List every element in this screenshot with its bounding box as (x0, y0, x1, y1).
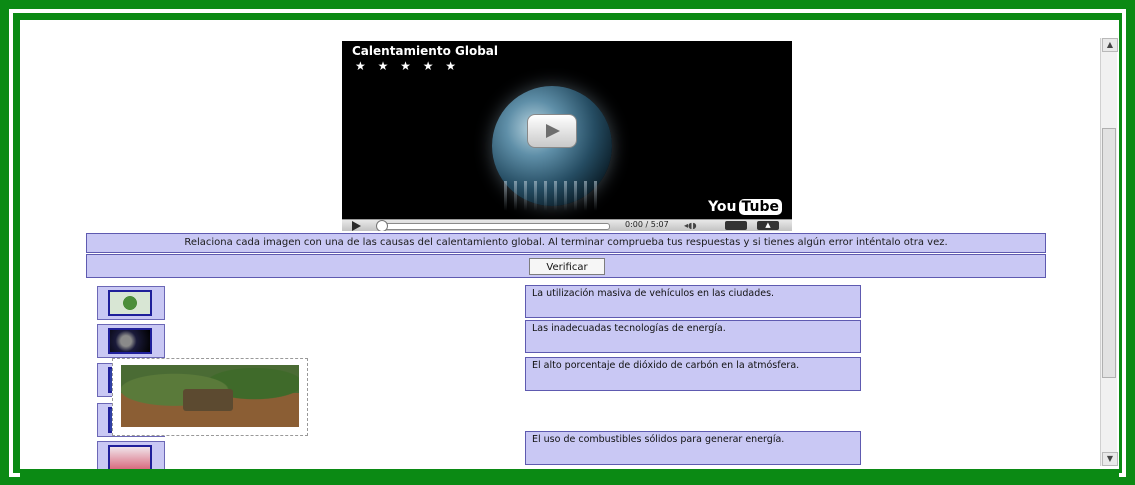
rating-stars: ★ ★ ★ ★ ★ (355, 59, 461, 73)
truck-image (183, 389, 233, 411)
drop-target-3[interactable]: El alto porcentaje de dióxido de carbón … (525, 357, 861, 391)
play-icon (546, 124, 560, 138)
statement-text: El alto porcentaje de dióxido de carbón … (532, 360, 800, 371)
vertical-scrollbar[interactable]: ▲ ▼ (1100, 38, 1118, 466)
video-time: 0:00 / 5:07 (625, 220, 669, 229)
draggable-image-2[interactable] (97, 324, 165, 358)
content-viewport: Calentamiento Global ★ ★ ★ ★ ★ You Tube 0… (20, 20, 1119, 469)
big-play-button[interactable] (527, 114, 577, 148)
fullscreen-icon[interactable]: ▲ (757, 221, 779, 230)
verify-button[interactable]: Verificar (529, 258, 605, 275)
instructions-text: Relaciona cada imagen con una de las cau… (86, 233, 1046, 253)
youtube-logo-tube: Tube (738, 199, 782, 215)
verify-bar: Verificar (86, 254, 1046, 278)
tree-image (108, 290, 152, 316)
volume-icon[interactable]: ◂◖◗ (684, 221, 696, 230)
scroll-down-icon[interactable]: ▼ (1102, 452, 1118, 466)
scroll-thumb[interactable] (1102, 128, 1116, 378)
drop-target-2[interactable]: Las inadecuadas tecnologías de energía. (525, 320, 861, 353)
play-icon[interactable] (352, 221, 361, 231)
drop-target-1[interactable]: La utilización masiva de vehículos en la… (525, 285, 861, 318)
progress-bar[interactable] (378, 223, 610, 230)
frame-bottom (20, 469, 1119, 477)
drop-target-4[interactable]: El uso de combustibles sólidos para gene… (525, 431, 861, 465)
draggable-image-1[interactable] (97, 286, 165, 320)
draggable-image-5[interactable] (97, 441, 165, 469)
youtube-logo: You Tube (708, 199, 782, 215)
statement-text: El uso de combustibles sólidos para gene… (532, 434, 785, 445)
factory-image (108, 328, 152, 354)
resize-icon[interactable] (725, 221, 747, 230)
scroll-up-icon[interactable]: ▲ (1102, 38, 1118, 52)
statement-text: Las inadecuadas tecnologías de energía. (532, 323, 726, 334)
video-controls: 0:00 / 5:07 ◂◖◗ ▲ (342, 219, 792, 231)
melting-ice-image (504, 181, 600, 211)
video-title: Calentamiento Global (352, 44, 498, 58)
video-player[interactable]: Calentamiento Global ★ ★ ★ ★ ★ You Tube 0… (342, 41, 792, 231)
youtube-logo-you: You (708, 199, 737, 215)
dragging-image[interactable] (112, 358, 308, 436)
progress-knob[interactable] (376, 220, 388, 231)
vehicle-image (108, 445, 152, 469)
statement-text: La utilización masiva de vehículos en la… (532, 288, 775, 299)
